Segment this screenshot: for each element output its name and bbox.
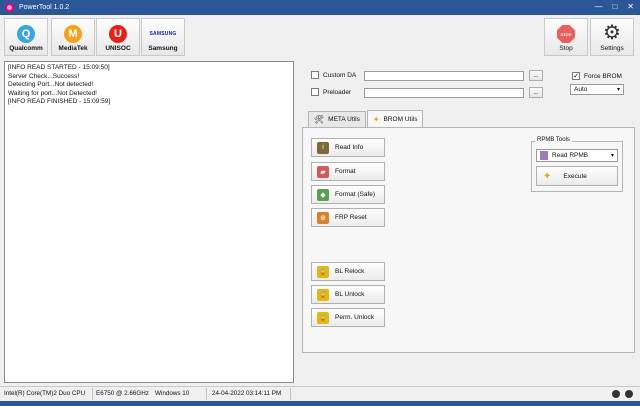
usb-status-icon bbox=[612, 390, 620, 398]
perm-unlock-button[interactable]: 🔒 Perm. Unlock bbox=[311, 308, 385, 327]
bl-unlock-label: BL Unlock bbox=[335, 291, 365, 298]
wrench-icon: ✦ bbox=[372, 114, 380, 124]
bl-unlock-button[interactable]: 🔓 BL Unlock bbox=[311, 285, 385, 304]
qualcomm-button[interactable]: Q Qualcomm bbox=[4, 18, 48, 56]
format-safe-button[interactable]: ◆ Format (Safe) bbox=[311, 185, 385, 204]
unlock-icon: 🔓 bbox=[317, 288, 329, 301]
custom-da-label: Custom DA bbox=[323, 71, 357, 79]
rpmb-select-value: Read RPMB bbox=[552, 152, 589, 159]
info-icon: i bbox=[317, 141, 329, 154]
utils-tabs: 🛠 META Utils ✦ BROM Utils bbox=[308, 110, 424, 127]
unisoc-button[interactable]: U UNISOC bbox=[96, 18, 140, 56]
window-title: PowerTool 1.0.2 bbox=[19, 4, 70, 11]
stop-icon: STOP bbox=[557, 25, 575, 43]
status-bar: Intel(R) Core(TM)2 Duo CPU E6750 @ 2.66G… bbox=[0, 386, 640, 401]
log-line: Waiting for port...Not Detected! bbox=[8, 89, 97, 97]
status-os: Windows 10 bbox=[155, 390, 190, 397]
rpmb-select[interactable]: Read RPMB ▾ bbox=[536, 149, 618, 162]
bl-relock-label: BL Relock bbox=[335, 268, 365, 275]
tab-meta-utils[interactable]: 🛠 META Utils bbox=[308, 111, 366, 127]
preloader-label: Preloader bbox=[323, 88, 352, 96]
shield-icon: ◆ bbox=[317, 188, 329, 201]
settings-label: Settings bbox=[600, 45, 624, 52]
log-output[interactable]: [INFO READ STARTED - 15:09:50] Server Ch… bbox=[4, 61, 294, 383]
settings-button[interactable]: ⚙ Settings bbox=[590, 18, 634, 56]
chevron-down-icon: ▾ bbox=[616, 87, 620, 93]
toolbar: Q Qualcomm M MediaTek U UNISOC SAMSUNG S… bbox=[0, 15, 640, 59]
force-brom-option[interactable]: ✓ Force BROM bbox=[572, 72, 622, 80]
force-brom-label: Force BROM bbox=[584, 72, 622, 80]
window-bottom-border bbox=[0, 401, 640, 406]
lock-icon: 🔒 bbox=[317, 311, 329, 324]
preloader-field[interactable] bbox=[364, 88, 524, 98]
mediatek-logo-icon: M bbox=[64, 25, 82, 43]
stop-button[interactable]: STOP Stop bbox=[544, 18, 588, 56]
log-line: [INFO READ STARTED - 15:09:50] bbox=[8, 64, 110, 71]
log-line: [INFO READ FINISHED - 15:09:59] bbox=[8, 98, 111, 105]
rpmb-tools-title: RPMB Tools bbox=[535, 137, 572, 143]
read-info-button[interactable]: i Read Info bbox=[311, 138, 385, 157]
format-safe-label: Format (Safe) bbox=[335, 191, 376, 198]
chip-icon bbox=[540, 151, 548, 160]
status-cpu-detail: E6750 @ 2.66GHz bbox=[96, 390, 149, 397]
format-button[interactable]: ▰ Format bbox=[311, 162, 385, 181]
unisoc-logo-icon: U bbox=[109, 25, 127, 43]
execute-label: Execute bbox=[563, 172, 587, 180]
mode-select[interactable]: Auto ▾ bbox=[570, 84, 624, 95]
app-logo-icon bbox=[5, 3, 14, 12]
read-info-label: Read Info bbox=[335, 144, 364, 151]
close-button[interactable]: ✕ bbox=[627, 2, 634, 11]
format-label: Format bbox=[335, 168, 356, 175]
maximize-button[interactable]: □ bbox=[612, 2, 617, 11]
qualcomm-label: Qualcomm bbox=[9, 45, 43, 52]
bl-relock-button[interactable]: 🔒 BL Relock bbox=[311, 262, 385, 281]
frp-reset-button[interactable]: ⊕ FRP Reset bbox=[311, 208, 385, 227]
title-bar: PowerTool 1.0.2 — □ ✕ bbox=[0, 0, 640, 15]
tab-brom-utils-label: BROM Utils bbox=[383, 115, 418, 123]
lock-icon: 🔒 bbox=[317, 265, 329, 278]
unisoc-label: UNISOC bbox=[105, 45, 131, 52]
log-line: Server Check...Success! bbox=[8, 72, 80, 80]
custom-da-option[interactable]: Custom DA bbox=[311, 71, 356, 79]
status-datetime: 24-04-2022 03:14:11 PM bbox=[212, 390, 282, 397]
tab-brom-utils[interactable]: ✦ BROM Utils bbox=[366, 110, 424, 127]
gear-icon: ⚙ bbox=[603, 22, 621, 44]
eraser-icon: ▰ bbox=[317, 165, 329, 178]
samsung-button[interactable]: SAMSUNG Samsung bbox=[141, 18, 185, 56]
custom-da-field[interactable] bbox=[364, 71, 524, 81]
samsung-label: Samsung bbox=[148, 45, 178, 52]
preloader-browse-button[interactable]: ... bbox=[529, 87, 543, 98]
qualcomm-logo-icon: Q bbox=[17, 25, 35, 43]
perm-unlock-label: Perm. Unlock bbox=[335, 314, 375, 321]
execute-button[interactable]: ✦ Execute bbox=[536, 166, 618, 186]
mode-select-value: Auto bbox=[574, 86, 588, 93]
preloader-option[interactable]: Preloader bbox=[311, 88, 351, 96]
samsung-logo-icon: SAMSUNG bbox=[149, 31, 177, 37]
custom-da-browse-button[interactable]: ... bbox=[529, 70, 543, 81]
minimize-button[interactable]: — bbox=[594, 2, 602, 11]
status-divider bbox=[206, 388, 207, 400]
custom-da-checkbox[interactable] bbox=[311, 71, 319, 79]
chevron-down-icon: ▾ bbox=[610, 153, 614, 159]
tab-meta-utils-label: META Utils bbox=[328, 116, 360, 123]
status-divider bbox=[290, 388, 291, 400]
frp-reset-label: FRP Reset bbox=[335, 214, 367, 221]
force-brom-checkbox[interactable]: ✓ bbox=[572, 72, 580, 80]
status-cpu: Intel(R) Core(TM)2 Duo CPU bbox=[4, 390, 86, 397]
tools-icon: 🛠 bbox=[314, 115, 325, 124]
preloader-checkbox[interactable] bbox=[311, 88, 319, 96]
frp-icon: ⊕ bbox=[317, 211, 329, 224]
log-line: Detecting Port...Not detected! bbox=[8, 81, 94, 88]
status-divider bbox=[92, 388, 93, 400]
mediatek-button[interactable]: M MediaTek bbox=[51, 18, 95, 56]
mediatek-label: MediaTek bbox=[58, 45, 88, 52]
wrench-icon: ✦ bbox=[543, 170, 552, 182]
connection-status-icon bbox=[625, 390, 633, 398]
stop-label: Stop bbox=[559, 45, 573, 52]
